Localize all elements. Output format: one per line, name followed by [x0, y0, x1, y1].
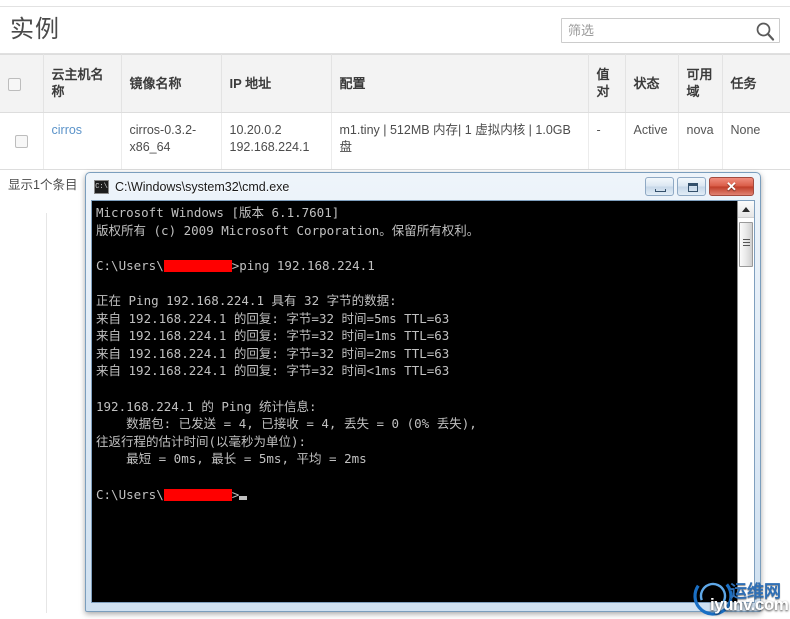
header-availability-zone[interactable]: 可用域: [678, 54, 723, 113]
table-row: cirros cirros-0.3.2-x86_64 10.20.0.2 192…: [0, 112, 790, 170]
console-line: 正在 Ping 192.168.224.1 具有 32 字节的数据:: [96, 292, 397, 308]
minimize-button[interactable]: [645, 177, 674, 196]
console-line: 来自 192.168.224.1 的回复: 字节=32 时间=1ms TTL=6…: [96, 328, 450, 344]
row-select-cell[interactable]: [0, 112, 44, 170]
close-icon: ✕: [726, 179, 737, 194]
cell-instance-name: cirros: [43, 112, 122, 170]
console-line: 来自 192.168.224.1 的回复: 字节=32 时间<1ms TTL=6…: [96, 363, 450, 379]
cell-status: Active: [625, 112, 679, 170]
header-key-pair[interactable]: 值对: [588, 54, 626, 113]
cmd-console-body[interactable]: Microsoft Windows [版本 6.1.7601] 版权所有 (c) …: [91, 200, 755, 603]
search-input[interactable]: [562, 19, 752, 42]
cell-image-name: cirros-0.3.2-x86_64: [121, 112, 222, 170]
scroll-up-arrow[interactable]: [738, 201, 754, 218]
console-line: 来自 192.168.224.1 的回复: 字节=32 时间=5ms TTL=6…: [96, 310, 450, 326]
header-task[interactable]: 任务: [722, 54, 790, 113]
minimize-icon: [655, 189, 666, 192]
console-line: 来自 192.168.224.1 的回复: 字节=32 时间=2ms TTL=6…: [96, 345, 450, 361]
console-line: 往返行程的估计时间(以毫秒为单位):: [96, 433, 307, 449]
content-divider: [46, 213, 47, 613]
cmd-window-title: C:\Windows\system32\cmd.exe: [115, 180, 290, 194]
grip-icon: [743, 239, 750, 248]
instance-name-link[interactable]: cirros: [52, 123, 83, 137]
cell-zone: nova: [678, 112, 723, 170]
page-header: 实例: [0, 7, 790, 54]
window-controls: ✕: [645, 177, 754, 196]
search-icon[interactable]: [755, 21, 775, 41]
cell-ip-address: 10.20.0.2 192.168.224.1: [221, 112, 332, 170]
header-image-name[interactable]: 镜像名称: [121, 54, 222, 113]
cmd-titlebar[interactable]: C:\ C:\Windows\system32\cmd.exe ✕: [91, 177, 755, 200]
search-box[interactable]: [561, 18, 780, 43]
console-scrollbar[interactable]: [737, 201, 754, 602]
instances-table: 云主机名称 镜像名称 IP 地址 配置 值对 状态 可用域 任务 cirros …: [0, 54, 790, 170]
header-ip-address[interactable]: IP 地址: [221, 54, 332, 113]
page-title: 实例: [10, 16, 60, 43]
header-select-all[interactable]: [0, 54, 44, 113]
maximize-icon: [688, 183, 698, 192]
page-root: 实例 云主机名称 镜像名称 IP 地址 配置 值对 状态: [0, 0, 790, 619]
cmd-icon: C:\: [94, 180, 109, 194]
scrollbar-thumb[interactable]: [739, 222, 753, 267]
console-output: Microsoft Windows [版本 6.1.7601] 版权所有 (c) …: [96, 204, 735, 503]
console-line: C:\Users\ >ping 192.168.224.1: [96, 257, 375, 273]
row-checkbox[interactable]: [14, 134, 28, 148]
header-instance-name[interactable]: 云主机名称: [43, 54, 122, 113]
console-line: 192.168.224.1 的 Ping 统计信息:: [96, 398, 317, 414]
console-line: 版权所有 (c) 2009 Microsoft Corporation。保留所有…: [96, 222, 480, 238]
cell-flavor: m1.tiny | 512MB 内存| 1 虚拟内核 | 1.0GB 盘: [331, 112, 589, 170]
select-all-checkbox[interactable]: [8, 77, 21, 91]
table-header-row: 云主机名称 镜像名称 IP 地址 配置 值对 状态 可用域 任务: [0, 54, 790, 113]
console-line: 最短 = 0ms, 最长 = 5ms, 平均 = 2ms: [96, 451, 367, 467]
console-line: 数据包: 已发送 = 4, 已接收 = 4, 丢失 = 0 (0% 丢失),: [96, 416, 477, 432]
cell-key-pair: -: [588, 112, 626, 170]
cmd-window[interactable]: C:\ C:\Windows\system32\cmd.exe ✕ Micros…: [85, 172, 761, 612]
header-status[interactable]: 状态: [625, 54, 679, 113]
cell-task: None: [722, 112, 790, 170]
header-flavor[interactable]: 配置: [331, 54, 589, 113]
redacted-username: [163, 488, 232, 501]
console-line: Microsoft Windows [版本 6.1.7601]: [96, 205, 340, 220]
chevron-up-icon: [742, 207, 750, 212]
close-button[interactable]: ✕: [709, 177, 754, 196]
redacted-username: [163, 259, 232, 272]
console-line: C:\Users\ >: [96, 486, 735, 504]
maximize-button[interactable]: [677, 177, 706, 196]
console-cursor: [239, 495, 248, 500]
